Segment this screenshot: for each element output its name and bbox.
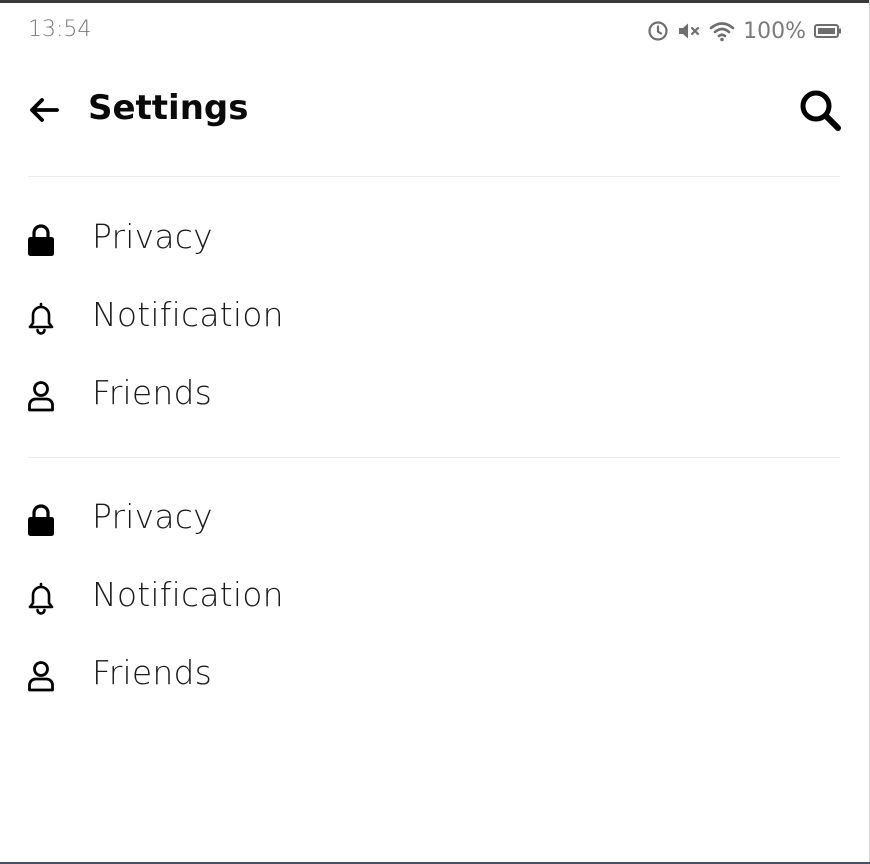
settings-item-label: Privacy xyxy=(92,497,213,536)
settings-group-2: Privacy Notification Friends xyxy=(0,481,870,715)
alarm-icon xyxy=(647,20,669,42)
back-button[interactable] xyxy=(24,90,64,130)
settings-item-notification[interactable]: Notification xyxy=(0,279,870,357)
person-icon xyxy=(26,379,56,413)
settings-item-label: Notification xyxy=(92,295,284,334)
search-button[interactable] xyxy=(796,86,844,134)
status-bar: 13:54 100% xyxy=(0,3,870,59)
page-title: Settings xyxy=(88,88,249,128)
settings-item-label: Friends xyxy=(92,373,213,412)
lock-icon xyxy=(26,503,56,537)
settings-item-label: Friends xyxy=(92,653,213,692)
settings-item-label: Notification xyxy=(92,575,284,614)
status-icons: 100% xyxy=(647,17,842,45)
settings-item-friends[interactable]: Friends xyxy=(0,357,870,435)
status-time: 13:54 xyxy=(28,17,92,42)
settings-item-privacy[interactable]: Privacy xyxy=(0,201,870,279)
divider xyxy=(28,457,840,458)
back-arrow-icon xyxy=(24,98,64,134)
settings-group-1: Privacy Notification Friends xyxy=(0,201,870,435)
settings-item-label: Privacy xyxy=(92,217,213,256)
bell-icon xyxy=(26,581,56,615)
battery-icon xyxy=(814,23,842,39)
app-bar: Settings xyxy=(0,60,870,160)
divider xyxy=(28,176,840,177)
bell-icon xyxy=(26,301,56,335)
settings-item-notification[interactable]: Notification xyxy=(0,559,870,637)
mute-icon xyxy=(677,21,701,41)
settings-item-friends[interactable]: Friends xyxy=(0,637,870,715)
battery-percent: 100% xyxy=(743,18,806,44)
search-icon xyxy=(796,90,844,138)
lock-icon xyxy=(26,223,56,257)
person-icon xyxy=(26,659,56,693)
wifi-icon xyxy=(709,20,735,42)
settings-item-privacy[interactable]: Privacy xyxy=(0,481,870,559)
